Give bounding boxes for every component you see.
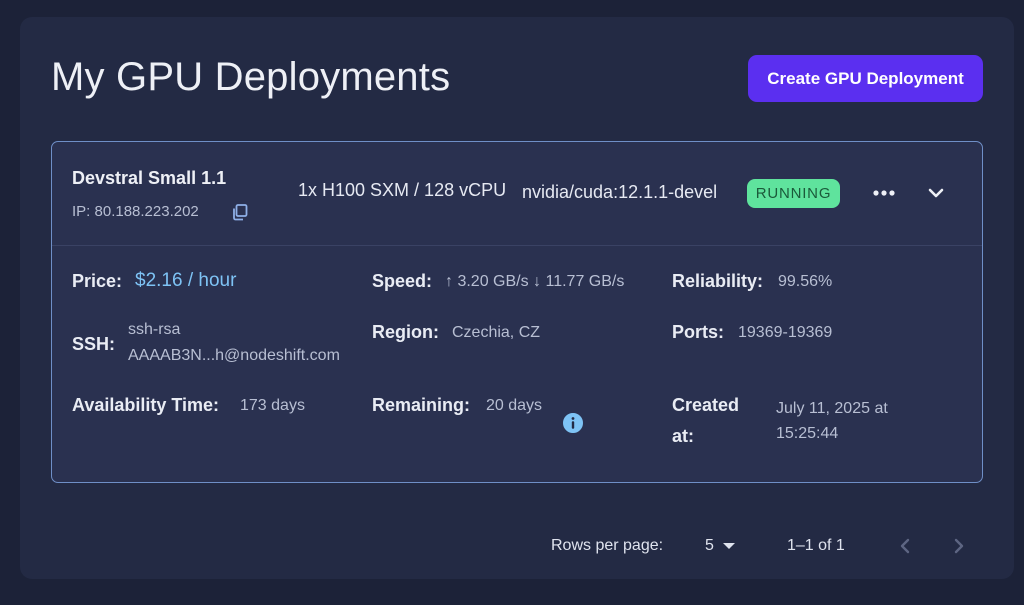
created-label-line1: Created xyxy=(672,395,740,415)
chevron-right-icon[interactable] xyxy=(946,534,970,558)
ports-label: Ports: xyxy=(672,322,725,342)
pagination-range: 1–1 of 1 xyxy=(787,537,845,554)
remaining-value: 20 days xyxy=(486,397,543,414)
created-value-time: 15:25:44 xyxy=(776,425,839,442)
reliability-value: 99.56% xyxy=(778,273,833,290)
speed-value: ↑ 3.20 GB/s ↓ 11.77 GB/s xyxy=(445,273,625,290)
status-badge: RUNNING xyxy=(747,179,840,208)
deployment-name: Devstral Small 1.1 xyxy=(72,168,227,188)
price-label: Price: xyxy=(72,271,123,291)
region-value: Czechia, CZ xyxy=(452,324,541,341)
deployment-gpu-spec: 1x H100 SXM / 128 vCPU xyxy=(298,180,507,200)
copy-icon[interactable] xyxy=(231,203,249,221)
rows-per-page-label: Rows per page: xyxy=(551,537,664,554)
more-horizontal-icon[interactable] xyxy=(870,182,898,204)
created-value-date: July 11, 2025 at xyxy=(776,400,888,417)
price-value: $2.16 / hour xyxy=(135,270,237,291)
create-gpu-deployment-button[interactable]: Create GPU Deployment xyxy=(748,55,983,102)
ssh-value-prefix: ssh-rsa xyxy=(128,321,181,338)
ports-value: 19369-19369 xyxy=(738,324,833,341)
deployment-ip: IP: 80.188.223.202 xyxy=(72,203,199,220)
created-label-line2: at: xyxy=(672,426,694,446)
chevron-left-icon[interactable] xyxy=(894,534,918,558)
region-label: Region: xyxy=(372,322,439,342)
info-icon[interactable] xyxy=(562,412,584,434)
deployment-card-header[interactable]: Devstral Small 1.1 IP: 80.188.223.202 1x… xyxy=(52,142,982,246)
caret-down-icon xyxy=(723,543,735,549)
reliability-label: Reliability: xyxy=(672,271,764,291)
rows-per-page-select[interactable]: 5 xyxy=(705,535,745,559)
availability-time-value: 173 days xyxy=(240,397,305,414)
remaining-label: Remaining: xyxy=(372,395,471,415)
speed-label: Speed: xyxy=(372,271,433,291)
deployment-card: Devstral Small 1.1 IP: 80.188.223.202 1x… xyxy=(51,141,983,483)
page-title: My GPU Deployments xyxy=(51,55,451,99)
availability-time-label: Availability Time: xyxy=(72,395,220,415)
rows-per-page-value: 5 xyxy=(705,537,714,554)
ssh-label: SSH: xyxy=(72,334,116,354)
deployments-panel: My GPU Deployments Create GPU Deployment… xyxy=(20,17,1014,579)
chevron-down-icon[interactable] xyxy=(924,182,948,204)
deployment-image: nvidia/cuda:12.1.1-devel xyxy=(522,182,718,202)
ssh-value-key: AAAAB3N...h@nodeshift.com xyxy=(128,347,340,364)
